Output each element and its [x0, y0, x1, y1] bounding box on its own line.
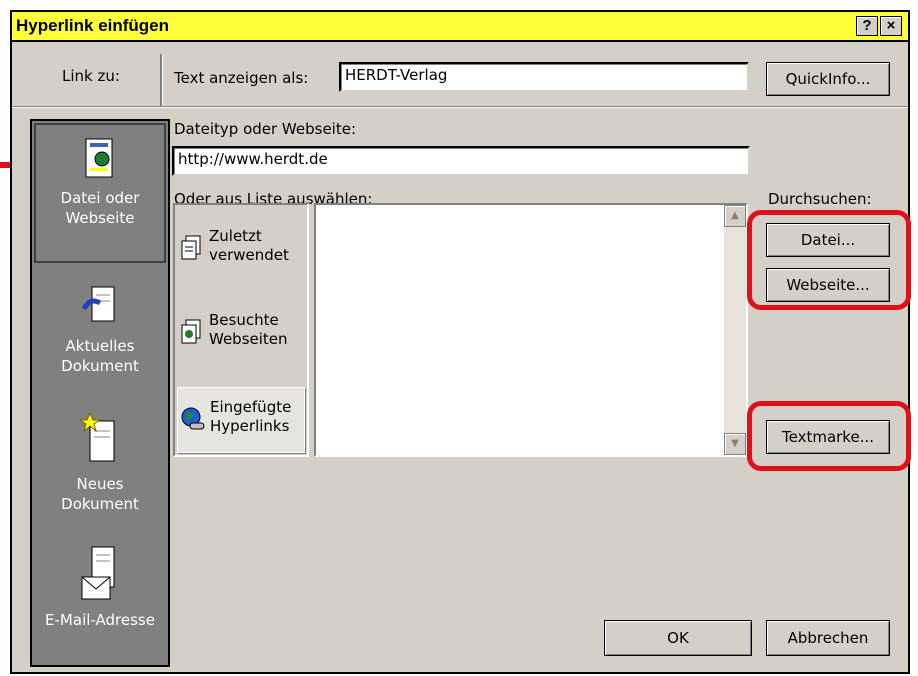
list-source-eingefuegte-hyperlinks[interactable]: Eingefügte Hyperlinks — [177, 387, 305, 453]
help-button[interactable]: ? — [856, 16, 878, 36]
sidebar-item-neues-dokument[interactable]: Neues Dokument — [32, 411, 168, 514]
sidebar-label-line2: Dokument — [61, 357, 139, 375]
quickinfo-button[interactable]: QuickInfo... — [766, 62, 890, 96]
hyperlink-dialog: Hyperlink einfügen ? × Link zu: Text anz… — [10, 10, 910, 674]
inserted-links-icon — [181, 407, 205, 430]
sidebar-item-email-adresse[interactable]: E-Mail-Adresse — [32, 545, 168, 630]
list-source-line1: Zuletzt — [209, 227, 262, 245]
link-zu-label: Link zu: — [62, 67, 120, 85]
new-document-icon — [78, 411, 115, 462]
sidebar-label-line1: E-Mail-Adresse — [45, 611, 155, 629]
ok-button[interactable]: OK — [604, 620, 752, 656]
list-source-line2: Hyperlinks — [210, 417, 290, 435]
link-type-sidebar: Datei oder Webseite Aktuelles Dokument N… — [30, 119, 170, 667]
text-anzeigen-label: Text anzeigen als: — [174, 69, 309, 87]
list-source-zuletzt-verwendet[interactable]: Zuletzt verwendet — [175, 221, 307, 283]
dialog-title: Hyperlink einfügen — [16, 16, 170, 35]
list-source-besuchte-webseiten[interactable]: Besuchte Webseiten — [175, 305, 307, 367]
scroll-up-icon[interactable]: ▲ — [724, 205, 746, 227]
display-text-input[interactable]: HERDT-Verlag — [339, 62, 749, 92]
textmarke-highlight — [747, 401, 911, 471]
sidebar-item-datei-webseite[interactable]: Datei oder Webseite — [32, 135, 168, 228]
web-page-icon — [85, 138, 113, 178]
list-source-panel: Zuletzt verwendet Besuchte Webseiten Ein… — [173, 203, 309, 457]
address-label: Dateityp oder Webseite: — [174, 120, 357, 138]
sidebar-label-line2: Webseite — [65, 209, 135, 227]
list-source-line1: Besuchte — [209, 311, 279, 329]
browse-buttons-highlight — [747, 210, 911, 310]
address-input[interactable]: http://www.herdt.de — [172, 146, 750, 176]
sidebar-label-line1: Datei oder — [60, 189, 140, 207]
scroll-down-icon[interactable]: ▼ — [724, 433, 746, 455]
header-divider — [160, 54, 163, 106]
close-button[interactable]: × — [880, 16, 902, 36]
title-bar: Hyperlink einfügen ? × — [12, 12, 908, 42]
abbrechen-button[interactable]: Abbrechen — [766, 620, 890, 656]
sidebar-label-line1: Aktuelles — [65, 337, 135, 355]
recent-files-icon — [181, 235, 201, 260]
sidebar-item-aktuelles-dokument[interactable]: Aktuelles Dokument — [32, 283, 168, 376]
sidebar-label-line1: Neues — [76, 475, 124, 493]
list-source-line2: Webseiten — [209, 330, 288, 348]
header-hline — [12, 106, 908, 108]
list-source-line2: verwendet — [209, 246, 289, 264]
hyperlink-list-box[interactable]: ▲ ▼ — [314, 203, 748, 457]
list-scrollbar[interactable]: ▲ ▼ — [724, 205, 746, 455]
current-document-icon — [81, 286, 115, 322]
list-source-line1: Eingefügte — [210, 398, 292, 416]
visited-pages-icon — [181, 319, 201, 344]
sidebar-label-line2: Dokument — [61, 495, 139, 513]
email-icon — [81, 546, 115, 600]
browse-label: Durchsuchen: — [768, 190, 872, 208]
